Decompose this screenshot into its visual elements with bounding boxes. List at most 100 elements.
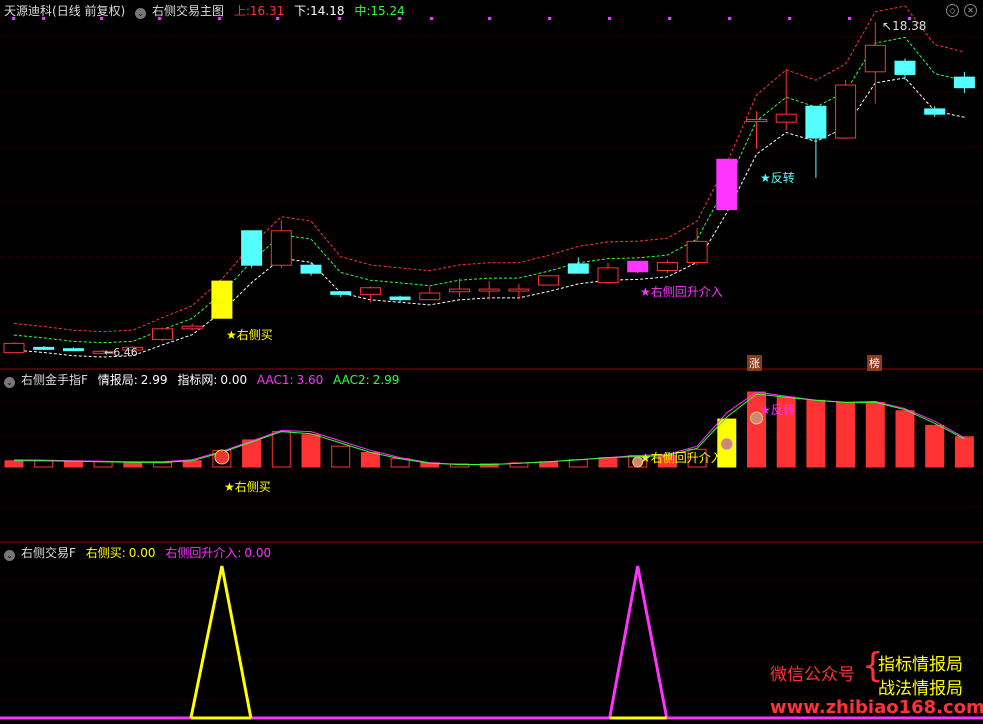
candle-body [567,263,589,274]
signal-dot [214,449,230,465]
main-reversal-signal: ★反转 [760,171,795,185]
restore-icon[interactable]: ◇ [946,4,959,17]
candle-body [656,262,678,272]
candle-body [152,328,173,340]
sub1-aac2-label: AAC2: [333,373,370,387]
candle-body [953,76,975,89]
candle-body [805,105,827,139]
sub1-bar [360,451,380,468]
sub1-bar [123,462,143,468]
watermark-url: www.zhibiao168.com [770,697,983,718]
candle-body [181,325,203,330]
mid-label: 中: [354,4,371,18]
watermark-wechat: 微信公众号 [770,665,855,685]
candle-body [538,275,560,286]
candle-body [389,296,411,301]
high-marker-value: 18.38 [892,19,927,33]
limit-up-badge[interactable]: 涨 [747,355,762,371]
lower-value: 14.18 [310,4,345,18]
sub1-bar [836,401,856,468]
sub1-aac2-value: 2.99 [372,373,400,387]
candle-body [627,260,649,273]
candle-body [241,230,263,266]
sub1-bar [301,434,321,468]
candle-body [419,292,441,301]
sub2-indicator-name[interactable]: 右侧交易F [21,546,76,560]
sub2-panel-header: ⌄ 右侧交易F 右侧买: 0.00 右侧回升介入: 0.00 [4,544,277,562]
candle-body [211,280,233,319]
sub1-net-label: 指标网: [177,373,218,387]
sub1-pullback-signal: ★右侧回升介入 [640,451,723,465]
marker-dot [548,17,551,20]
candle-body [597,267,619,283]
sub2-buy-value: 0.00 [128,546,156,560]
sub1-reversal-signal: ★反转 [760,403,795,417]
sub1-net-value: 0.00 [220,373,248,387]
candle-body [716,158,738,211]
pullback-spike [608,565,669,719]
lower-label: 下: [294,4,311,18]
chevron-down-icon[interactable]: ⌄ [4,377,15,388]
candle-body [835,84,857,139]
sub1-bar [806,399,826,468]
low-marker: ←6.46 [104,346,138,359]
marker-dot [848,17,851,20]
watermark-line1: 指标情报局 [878,655,963,675]
candle-body [686,240,708,264]
sub1-bar [925,424,945,468]
marker-dot [668,17,671,20]
buy-spike [189,565,253,719]
sub1-bar [271,431,291,468]
candle-body [359,287,381,295]
sub1-bars[interactable] [4,391,974,468]
sub1-buy-signal: ★右侧买 [224,480,271,494]
sub1-bar [93,461,113,468]
rank-badge[interactable]: 榜 [867,355,882,371]
candle-body [62,348,84,352]
upper-value: 16.31 [249,4,285,18]
main-buy-signal: ★右侧买 [226,328,273,342]
sub2-pullback-value: 0.00 [244,546,272,560]
candle-body [508,288,530,292]
sub1-bar [954,436,974,468]
main-panel-header: 天源迪科(日线 前复权) ⌄ 右侧交易主图 上:16.31 下:14.18 中:1… [4,2,411,20]
sub1-indicator-name[interactable]: 右侧金手指F [21,373,88,387]
chevron-down-icon[interactable]: ⌄ [135,8,147,19]
high-marker: ↖18.38 [882,19,927,33]
sub1-bar [182,460,202,468]
sub1-bar [598,457,618,468]
main-candles[interactable] [3,5,975,358]
sub1-aac1-value: 3.60 [296,373,324,387]
candle-body [330,291,352,295]
sub2-pullback-label: 右侧回升介入: [165,546,242,560]
sub1-bar [63,461,83,468]
candle-body [924,108,946,115]
close-icon[interactable]: ✕ [964,4,977,17]
candle-body [894,60,916,75]
candle-body [3,342,25,354]
period-label[interactable]: (日线 前复权) [52,4,125,18]
sub1-bar [331,445,351,468]
candle-body [449,288,470,293]
upper-label: 上: [233,4,250,18]
marker-dot [788,17,791,20]
sub1-bar [153,462,172,468]
main-indicator-name[interactable]: 右侧交易主图 [152,4,224,18]
sub1-panel-header: ⌄ 右侧金手指F 情报局: 2.99 指标网: 0.00 AAC1: 3.60 AAC2… [4,371,405,389]
watermark-line2: 战法情报局 [878,679,963,699]
sub2-buy-label: 右侧买: [85,546,126,560]
chart-canvas[interactable] [0,0,983,724]
sub1-info-label: 情报局: [97,373,138,387]
chevron-down-icon[interactable]: ⌄ [4,550,15,561]
candle-body [300,264,322,274]
low-marker-value: 6.46 [113,346,138,359]
marker-dot [430,17,433,20]
main-pullback-signal: ★右侧回升介入 [640,285,723,299]
stock-name[interactable]: 天源迪科 [4,4,52,18]
sub1-aac1-label: AAC1: [256,373,294,387]
sub2-lines[interactable] [0,565,983,720]
sub1-bar [4,460,24,468]
marker-dot [728,17,731,20]
candle-body [746,118,767,122]
candle-body [864,44,886,73]
